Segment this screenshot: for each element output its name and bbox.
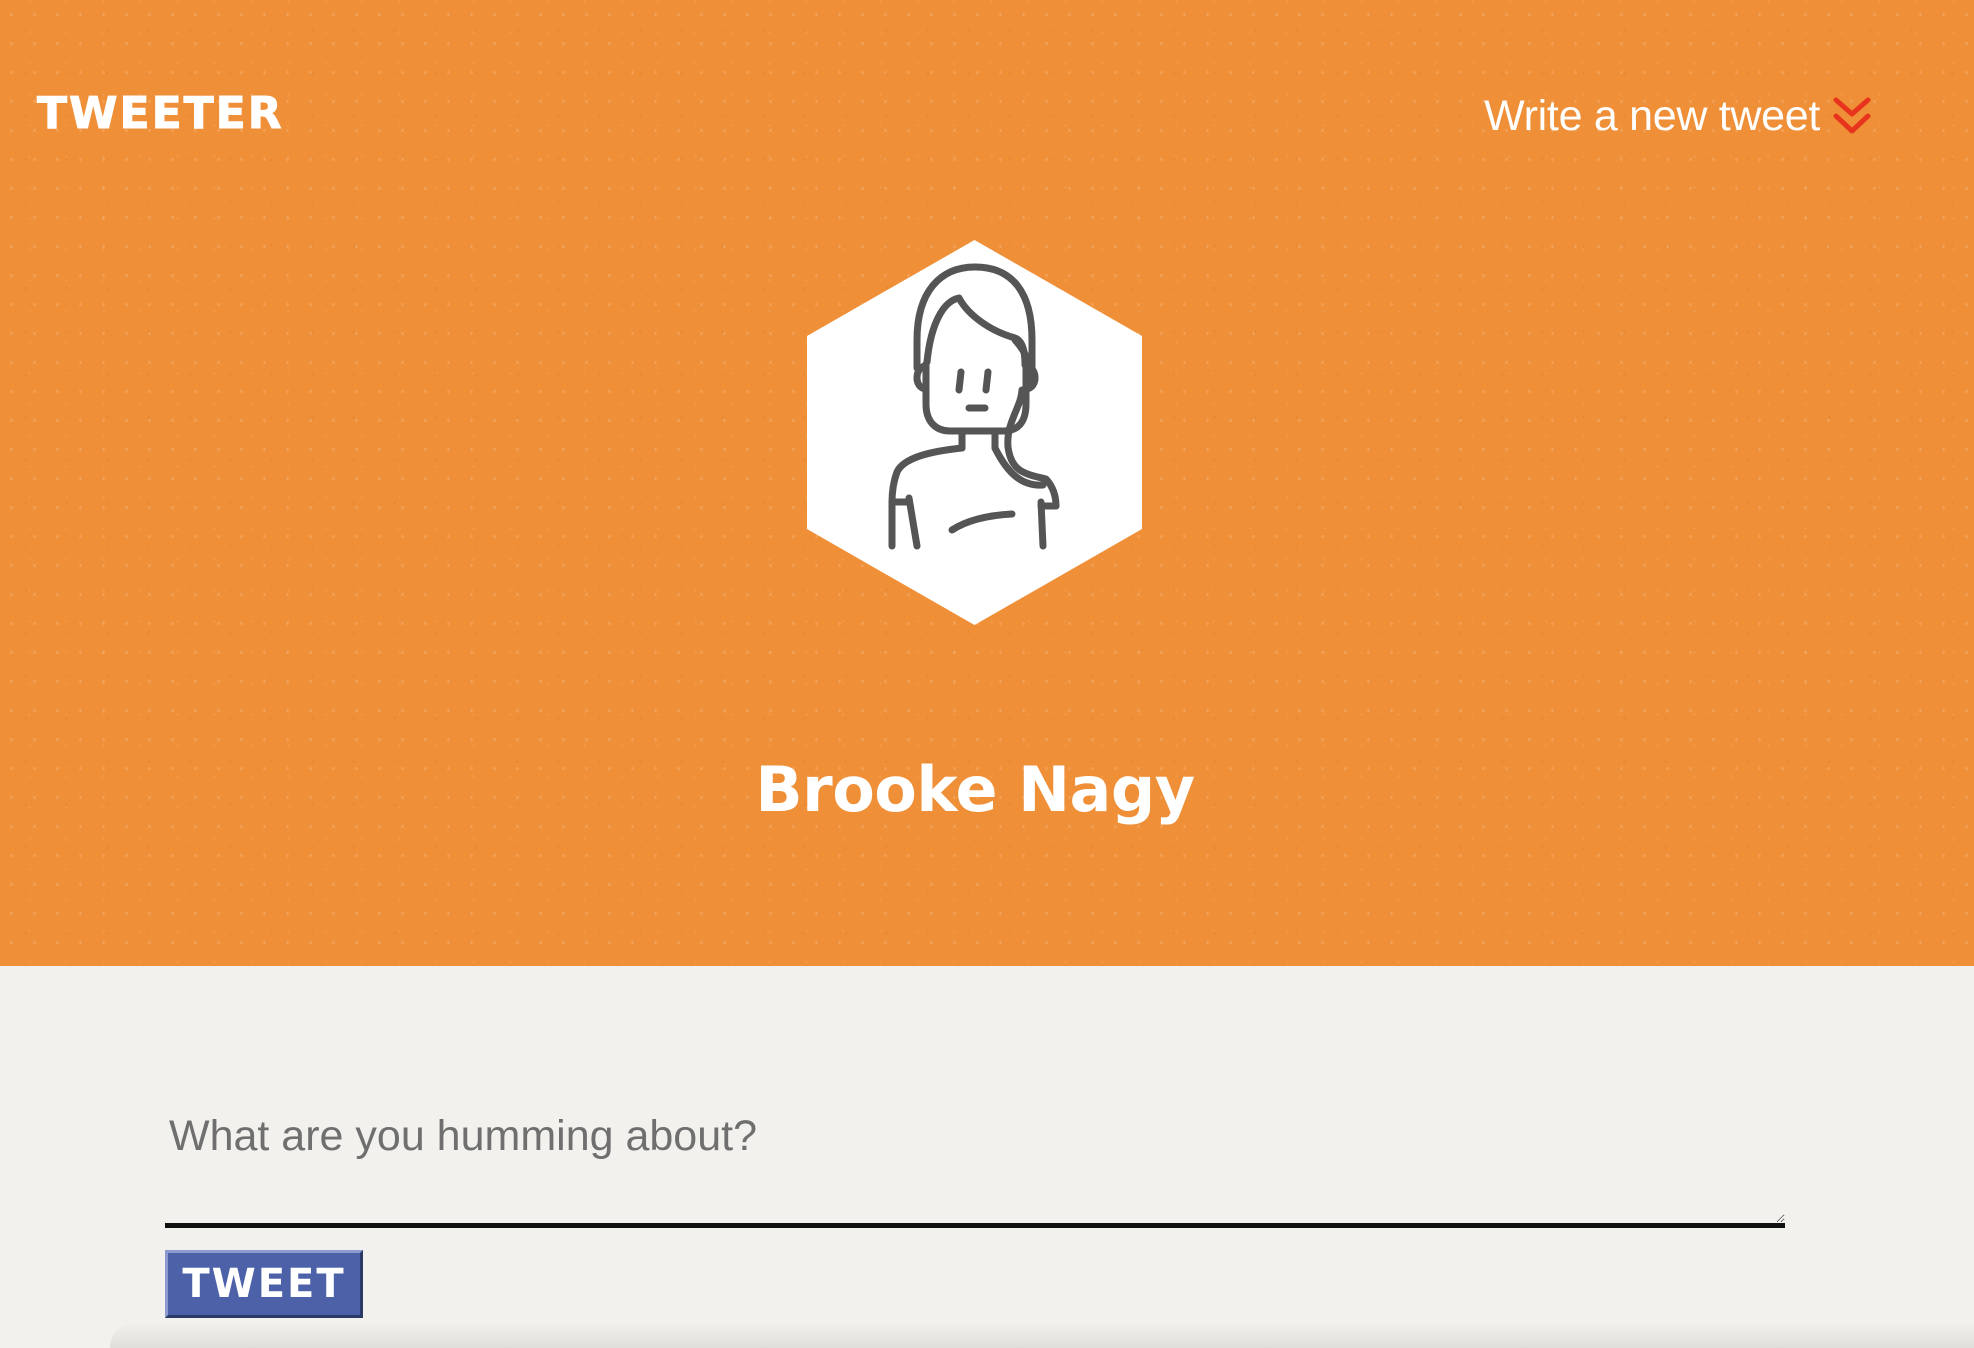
app-logo[interactable]: TWEETER: [37, 91, 284, 136]
double-chevron-down-icon: [1833, 97, 1871, 134]
write-new-tweet-label: Write a new tweet: [1484, 92, 1820, 140]
clipped-section-heading: [1688, 1338, 1788, 1348]
tweet-textarea[interactable]: [165, 1100, 1785, 1228]
profile-name: Brooke Nagy: [755, 753, 1195, 826]
compose-tweet-form: [165, 1100, 1785, 1228]
profile-header: TWEETER Write a new tweet Brooke Nagy: [0, 0, 1974, 966]
write-new-tweet-link[interactable]: Write a new tweet: [1484, 88, 1872, 144]
woman-avatar-icon: [807, 240, 1142, 625]
tweet-submit-button[interactable]: TWEET: [165, 1250, 363, 1318]
